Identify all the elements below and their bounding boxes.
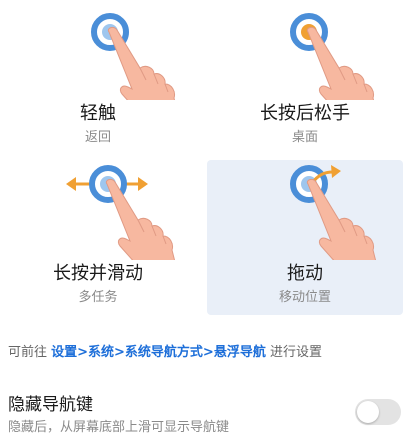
- gesture-subtitle: 桌面: [291, 130, 318, 145]
- drag-gesture-icon: [290, 165, 378, 260]
- gesture-subtitle: 多任务: [78, 290, 118, 305]
- settings-hint: 可前往 设置>系统>系统导航方式>悬浮导航 进行设置: [8, 341, 322, 360]
- gesture-title: 拖动: [287, 263, 323, 284]
- gesture-card-drag[interactable]: 拖动 移动位置: [207, 160, 403, 315]
- hint-prefix: 可前往: [8, 345, 52, 360]
- gesture-card-slide[interactable]: 长按并滑动 多任务: [0, 160, 196, 315]
- long-press-gesture-icon: [290, 13, 378, 100]
- hide-nav-key-description: 隐藏后，从屏幕底部上滑可显示导航键: [8, 420, 230, 435]
- settings-path-link[interactable]: 设置>系统>系统导航方式>悬浮导航: [51, 345, 266, 360]
- gesture-title: 轻触: [80, 103, 116, 124]
- gesture-card-tap[interactable]: 轻触 返回: [0, 0, 196, 155]
- hint-suffix: 进行设置: [265, 345, 322, 360]
- hide-nav-key-toggle[interactable]: [355, 399, 401, 425]
- gesture-title: 长按后松手: [260, 103, 350, 124]
- gesture-title: 长按并滑动: [53, 263, 143, 284]
- gesture-subtitle: 返回: [84, 130, 111, 145]
- tap-gesture-icon: [91, 13, 179, 100]
- press-and-slide-gesture-icon: [66, 165, 177, 260]
- hide-nav-key-title: 隐藏导航键: [8, 395, 93, 415]
- gesture-subtitle: 移动位置: [278, 290, 331, 305]
- gesture-card-longpress[interactable]: 长按后松手 桌面: [207, 0, 403, 155]
- toggle-knob: [357, 401, 379, 423]
